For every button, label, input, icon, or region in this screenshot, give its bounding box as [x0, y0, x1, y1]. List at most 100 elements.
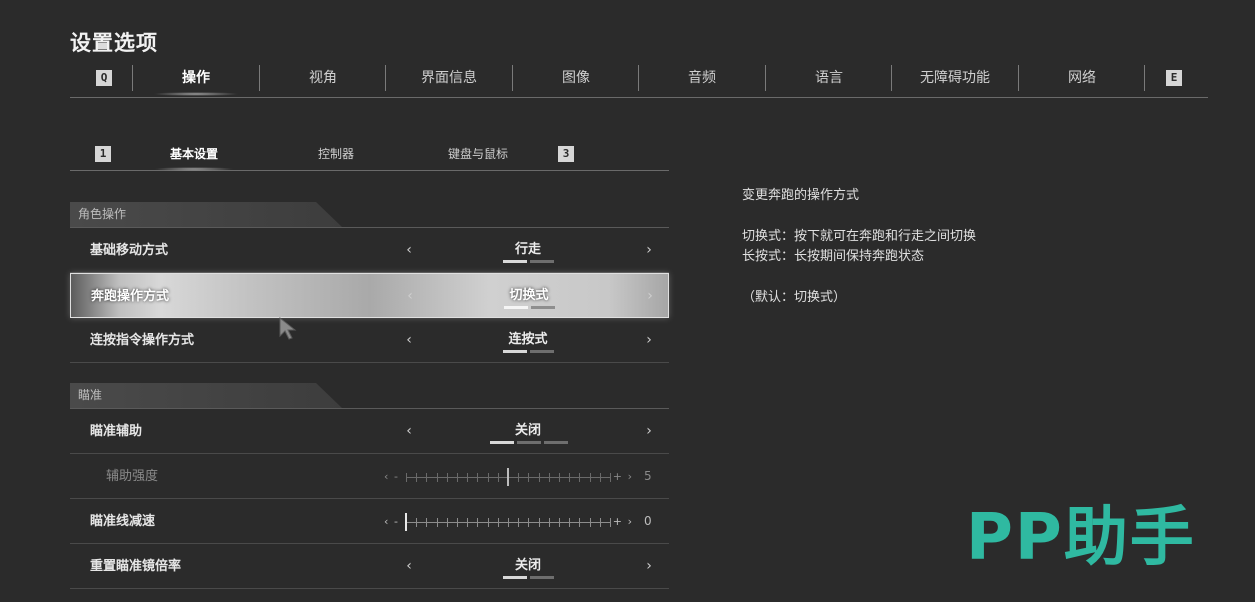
slider-tick	[498, 518, 499, 527]
key-hint-e[interactable]: E	[1166, 70, 1182, 86]
setting-value: 关闭	[514, 423, 541, 438]
slider-tick	[426, 518, 427, 527]
reticle-slowdown-slider[interactable]: ‹ - + ›	[384, 512, 634, 532]
setting-label: 连按指令操作方式	[90, 333, 195, 348]
tab-network[interactable]: 网络	[1019, 62, 1145, 94]
slider-tick	[416, 473, 417, 482]
slider-tick	[467, 518, 468, 527]
slider-tick	[579, 473, 580, 482]
tab-camera[interactable]: 视角	[260, 62, 386, 94]
setting-value: 连按式	[508, 332, 548, 347]
slider-tick	[610, 473, 611, 482]
key-hint-q[interactable]: Q	[96, 70, 112, 86]
slider-tick	[518, 473, 519, 482]
setting-label: 瞄准线减速	[90, 514, 156, 529]
slider-tick	[528, 518, 529, 527]
slider-tick	[477, 473, 478, 482]
plus-icon[interactable]: +	[613, 512, 622, 532]
chevron-left-icon[interactable]: ‹	[402, 544, 416, 589]
minus-icon[interactable]: -	[394, 467, 398, 487]
chevron-left-icon[interactable]: ‹	[384, 467, 388, 487]
slider-tick	[457, 518, 458, 527]
slider-value: 0	[644, 514, 652, 528]
tab-controls[interactable]: 操作	[133, 62, 259, 96]
mouse-cursor-icon	[279, 316, 297, 340]
description-line: 长按式：长按期间保持奔跑状态	[742, 249, 925, 264]
chevron-right-icon[interactable]: ›	[642, 409, 656, 454]
subtab-controller[interactable]: 控制器	[306, 143, 366, 165]
setting-label: 辅助强度	[106, 469, 159, 484]
slider-tick	[539, 473, 540, 482]
setting-row-reset-scope-zoom[interactable]: 重置瞄准镜倍率 ‹ 关闭 ›	[70, 544, 669, 589]
option-indicator	[503, 260, 554, 263]
slider-tick	[579, 518, 580, 527]
slider-handle[interactable]	[405, 513, 407, 531]
setting-value: 切换式	[509, 288, 549, 303]
slider-tick	[488, 518, 489, 527]
slider-tick	[569, 518, 570, 527]
assist-strength-slider[interactable]: ‹ - + ›	[384, 467, 634, 487]
tab-hud[interactable]: 界面信息	[386, 62, 512, 94]
option-indicator	[503, 350, 554, 353]
option-indicator	[504, 306, 555, 309]
slider-handle[interactable]	[507, 468, 509, 486]
setting-row-aim-assist[interactable]: 瞄准辅助 ‹ 关闭 ›	[70, 409, 669, 454]
slider-tick	[437, 518, 438, 527]
slider-tick	[498, 473, 499, 482]
tab-accessibility[interactable]: 无障碍功能	[892, 62, 1018, 94]
slider-tick	[600, 518, 601, 527]
slider-tick	[457, 473, 458, 482]
slider-tick	[416, 518, 417, 527]
key-hint-1[interactable]: 1	[95, 146, 111, 162]
slider-tick	[569, 473, 570, 482]
subtab-basic-settings[interactable]: 基本设置	[154, 143, 234, 171]
chevron-left-icon[interactable]: ‹	[384, 512, 388, 532]
tab-divider	[1144, 65, 1145, 91]
chevron-right-icon[interactable]: ›	[628, 512, 632, 532]
chevron-left-icon[interactable]: ‹	[402, 318, 416, 363]
minus-icon[interactable]: -	[394, 512, 398, 532]
setting-value: 关闭	[514, 558, 541, 573]
slider-tick	[590, 473, 591, 482]
chevron-right-icon[interactable]: ›	[642, 228, 656, 273]
tab-language[interactable]: 语言	[766, 62, 892, 94]
slider-tick	[528, 473, 529, 482]
chevron-right-icon[interactable]: ›	[642, 544, 656, 589]
chevron-left-icon[interactable]: ‹	[403, 274, 417, 319]
chevron-right-icon[interactable]: ›	[642, 318, 656, 363]
setting-label: 重置瞄准镜倍率	[90, 559, 182, 574]
description-default: （默认：切换式）	[742, 290, 847, 305]
subtab-keyboard-mouse[interactable]: 键盘与鼠标	[438, 143, 518, 165]
slider-tick	[508, 518, 509, 527]
sub-tab-bar: 1 基本设置 控制器 键盘与鼠标 3	[70, 140, 669, 171]
slider-tick	[447, 518, 448, 527]
tab-audio[interactable]: 音频	[639, 62, 765, 94]
slider-tick	[426, 473, 427, 482]
tab-graphics[interactable]: 图像	[513, 62, 639, 94]
chevron-left-icon[interactable]: ‹	[402, 409, 416, 454]
slider-tick	[406, 473, 407, 482]
setting-value: 行走	[514, 242, 541, 257]
section-header-character: 角色操作	[70, 202, 669, 228]
slider-tick	[610, 518, 611, 527]
slider-tick	[447, 473, 448, 482]
slider-tick	[590, 518, 591, 527]
setting-row-reticle-slowdown[interactable]: 瞄准线减速 ‹ - + › 0	[70, 499, 669, 544]
description-line: 切换式：按下就可在奔跑和行走之间切换	[742, 229, 977, 244]
setting-row-run-mode[interactable]: 奔跑操作方式 ‹ 切换式 ›	[70, 273, 669, 318]
slider-tick	[539, 518, 540, 527]
setting-label: 奔跑操作方式	[91, 289, 170, 304]
slider-tick	[477, 518, 478, 527]
setting-row-basic-movement[interactable]: 基础移动方式 ‹ 行走 ›	[70, 228, 669, 273]
plus-icon[interactable]: +	[613, 467, 622, 487]
slider-tick	[467, 473, 468, 482]
slider-tick	[488, 473, 489, 482]
description-title: 变更奔跑的操作方式	[742, 188, 860, 203]
section-title: 角色操作	[78, 207, 127, 221]
chevron-right-icon[interactable]: ›	[643, 274, 657, 319]
chevron-left-icon[interactable]: ‹	[402, 228, 416, 273]
setting-row-assist-strength[interactable]: 辅助强度 ‹ - + › 5	[70, 454, 669, 499]
chevron-right-icon[interactable]: ›	[628, 467, 632, 487]
key-hint-3[interactable]: 3	[558, 146, 574, 162]
setting-row-repeat-input[interactable]: 连按指令操作方式 ‹ 连按式 ›	[70, 318, 669, 363]
